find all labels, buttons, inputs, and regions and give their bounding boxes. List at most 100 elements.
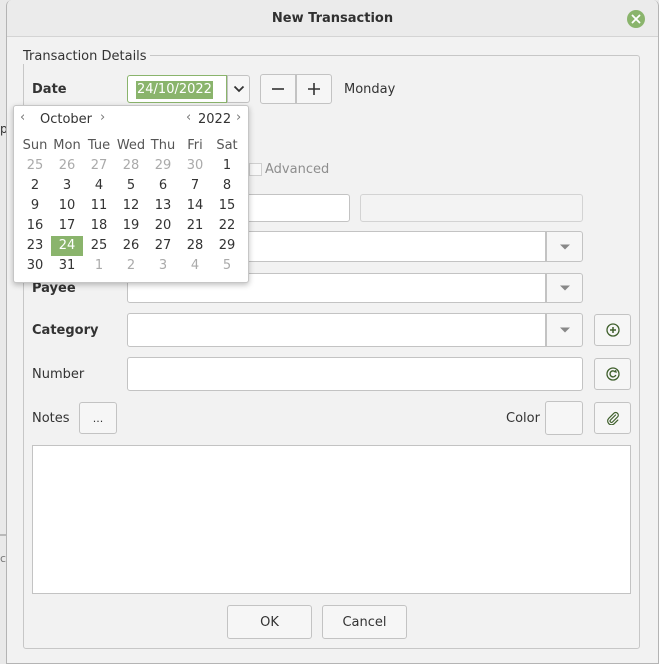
calendar-popup: ‹ October › ‹ 2022 › Sun Mon Tue Wed Thu… <box>13 105 249 283</box>
advanced-label: Advanced <box>265 162 330 177</box>
calendar-day[interactable]: 16 <box>19 216 51 236</box>
weekday-header: Mon <box>53 138 81 153</box>
refresh-icon <box>605 367 620 381</box>
date-value: 24/10/2022 <box>136 81 213 99</box>
calendar-day[interactable]: 17 <box>51 216 83 236</box>
calendar-day[interactable]: 1 <box>211 156 243 176</box>
calendar-day[interactable]: 31 <box>51 256 83 276</box>
calendar-day[interactable]: 1 <box>83 256 115 276</box>
paperclip-icon <box>606 411 619 425</box>
color-picker-button[interactable] <box>545 401 583 435</box>
new-transaction-dialog: New Transaction Transaction Details Date… <box>6 0 659 664</box>
ok-button[interactable]: OK <box>227 605 312 639</box>
calendar-day[interactable]: 15 <box>211 196 243 216</box>
weekday-label: Monday <box>344 82 396 97</box>
account-dropdown-button[interactable] <box>546 231 583 262</box>
previous-year-button[interactable]: ‹ <box>186 110 191 125</box>
calendar-day[interactable]: 25 <box>83 236 115 256</box>
number-label: Number <box>32 367 85 382</box>
increment-date-button[interactable] <box>296 74 332 104</box>
add-circle-icon <box>605 323 620 337</box>
calendar-day[interactable]: 20 <box>147 216 179 236</box>
payee-dropdown-button[interactable] <box>546 273 583 303</box>
calendar-day[interactable]: 30 <box>179 156 211 176</box>
weekday-header: Sun <box>22 138 48 153</box>
title-bar: New Transaction <box>7 0 658 37</box>
calendar-day-selected[interactable]: 24 <box>51 236 83 256</box>
category-input[interactable] <box>127 313 546 347</box>
calendar-day[interactable]: 8 <box>211 176 243 196</box>
chevron-down-icon <box>559 244 570 249</box>
minus-icon <box>272 88 284 90</box>
previous-month-button[interactable]: ‹ <box>20 110 25 125</box>
calendar-day[interactable]: 13 <box>147 196 179 216</box>
frame-label: Transaction Details <box>20 49 150 64</box>
calendar-week: 23 24 25 26 27 28 29 <box>19 236 243 256</box>
calendar-week: 16 17 18 19 20 21 22 <box>19 216 243 236</box>
plus-icon <box>308 83 320 95</box>
add-category-button[interactable] <box>594 314 631 346</box>
close-icon <box>631 14 641 24</box>
calendar-day[interactable]: 3 <box>51 176 83 196</box>
notes-textarea[interactable] <box>32 445 631 594</box>
calendar-day[interactable]: 9 <box>19 196 51 216</box>
calendar-day[interactable]: 11 <box>83 196 115 216</box>
weekday-header: Thu <box>150 138 176 153</box>
calendar-day[interactable]: 6 <box>147 176 179 196</box>
calendar-day[interactable]: 2 <box>19 176 51 196</box>
calendar-day[interactable]: 3 <box>147 256 179 276</box>
notes-options-button[interactable]: ... <box>79 402 117 434</box>
dialog-title: New Transaction <box>271 11 394 26</box>
calendar-day[interactable]: 28 <box>179 236 211 256</box>
calendar-day[interactable]: 4 <box>83 176 115 196</box>
calendar-day[interactable]: 27 <box>147 236 179 256</box>
attach-file-button[interactable] <box>594 402 631 434</box>
next-month-button[interactable]: › <box>100 110 105 125</box>
calendar-day[interactable]: 12 <box>115 196 147 216</box>
calendar-day[interactable]: 26 <box>51 156 83 176</box>
calendar-week: 30 31 1 2 3 4 5 <box>19 256 243 276</box>
calendar-day[interactable]: 22 <box>211 216 243 236</box>
cancel-button[interactable]: Cancel <box>322 605 407 639</box>
calendar-day[interactable]: 5 <box>211 256 243 276</box>
calendar-day[interactable]: 28 <box>115 156 147 176</box>
chevron-down-icon <box>233 85 244 93</box>
advanced-checkbox[interactable] <box>249 163 262 176</box>
calendar-day[interactable]: 10 <box>51 196 83 216</box>
payee-label: Payee <box>32 281 76 296</box>
calendar-day[interactable]: 14 <box>179 196 211 216</box>
date-dropdown-button[interactable] <box>227 75 250 103</box>
calendar-day[interactable]: 27 <box>83 156 115 176</box>
weekday-header: Wed <box>116 138 146 153</box>
calendar-day[interactable]: 4 <box>179 256 211 276</box>
calendar-day[interactable]: 26 <box>115 236 147 256</box>
number-input[interactable] <box>127 357 583 391</box>
calendar-day[interactable]: 19 <box>115 216 147 236</box>
color-label: Color <box>506 411 540 426</box>
chevron-down-icon <box>559 285 570 291</box>
calendar-day[interactable]: 29 <box>147 156 179 176</box>
weekday-header: Sat <box>216 138 238 153</box>
weekday-header: Fri <box>187 138 203 153</box>
calendar-day[interactable]: 2 <box>115 256 147 276</box>
calendar-day[interactable]: 23 <box>19 236 51 256</box>
category-dropdown-button[interactable] <box>546 313 583 347</box>
auto-number-button[interactable] <box>594 358 631 390</box>
decrement-date-button[interactable] <box>260 74 296 104</box>
secondary-amount-input <box>360 194 583 222</box>
weekday-header-row: Sun Mon Tue Wed Thu Fri Sat <box>19 136 243 156</box>
next-year-button[interactable]: › <box>236 110 241 125</box>
calendar-day[interactable]: 5 <box>115 176 147 196</box>
calendar-day[interactable]: 30 <box>19 256 51 276</box>
calendar-day[interactable]: 29 <box>211 236 243 256</box>
calendar-day[interactable]: 7 <box>179 176 211 196</box>
calendar-day[interactable]: 25 <box>19 156 51 176</box>
calendar-week: 9 10 11 12 13 14 15 <box>19 196 243 216</box>
calendar-day[interactable]: 18 <box>83 216 115 236</box>
close-button[interactable] <box>627 10 645 28</box>
weekday-header: Tue <box>87 138 111 153</box>
date-input[interactable]: 24/10/2022 <box>127 75 227 103</box>
calendar-year: 2022 <box>198 112 232 127</box>
calendar-day[interactable]: 21 <box>179 216 211 236</box>
calendar-week: 2 3 4 5 6 7 8 <box>19 176 243 196</box>
